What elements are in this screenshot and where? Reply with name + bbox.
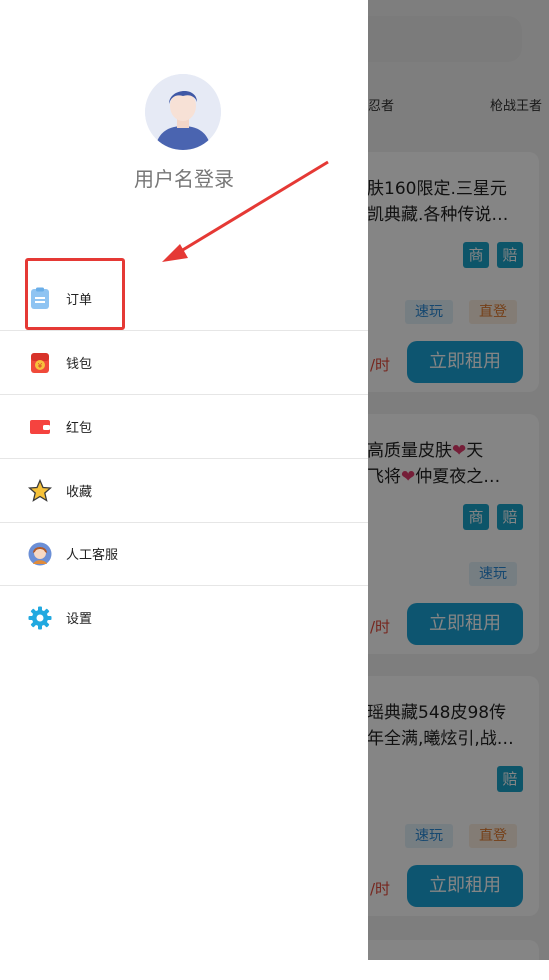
menu-item-customer-service[interactable]: 人工客服 [0,523,368,586]
customer-service-icon [28,542,52,566]
star-icon [28,479,52,502]
highlight-box [25,258,125,330]
gear-icon [28,606,52,630]
login-username[interactable]: 用户名登录 [0,163,368,192]
menu-label: 收藏 [66,485,93,500]
avatar[interactable] [145,74,221,150]
red-packet-icon [30,420,50,434]
menu-label: 钱包 [66,357,93,372]
menu-item-settings[interactable]: 设置 [0,587,368,649]
user-avatar-icon [145,74,221,150]
menu-item-wallet[interactable]: ¥ 钱包 [0,332,368,395]
menu-label: 红包 [66,421,93,436]
menu-label: 设置 [66,612,93,627]
svg-text:¥: ¥ [38,362,43,370]
wallet-icon: ¥ [31,353,49,373]
drawer-scrim[interactable] [368,0,549,960]
menu-item-red-packet[interactable]: 红包 [0,396,368,459]
side-drawer: 用户名登录 订单 ¥ 钱包 红包 收藏 人工客服 设置 [0,0,368,960]
menu-item-favorites[interactable]: 收藏 [0,460,368,523]
menu-label: 人工客服 [66,548,119,563]
